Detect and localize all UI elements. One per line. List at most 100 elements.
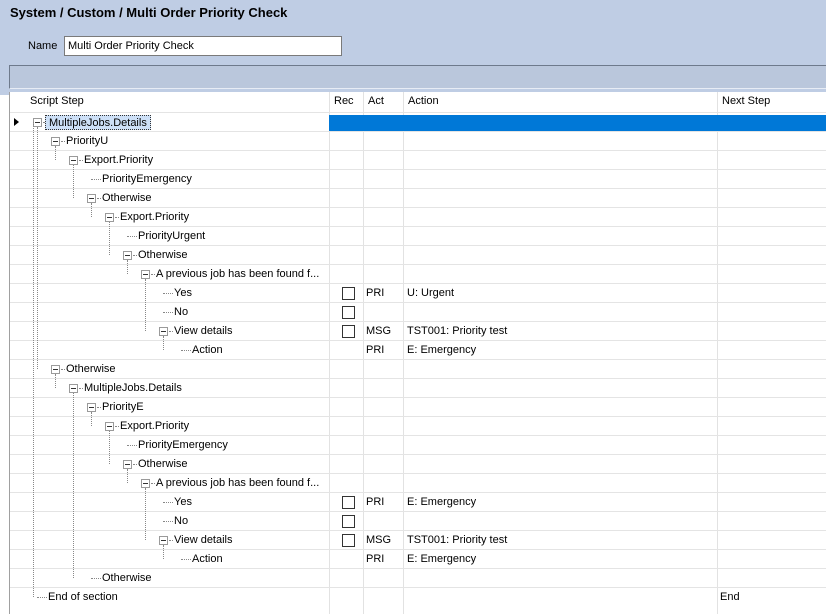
- name-label: Name: [28, 40, 58, 52]
- tree-guide-line: [55, 146, 56, 160]
- rec-checkbox[interactable]: [342, 515, 355, 528]
- script-step-label[interactable]: A previous job has been found f...: [153, 267, 322, 282]
- table-row[interactable]: No: [10, 511, 826, 530]
- collapse-toggle-icon[interactable]: [123, 460, 132, 469]
- rec-checkbox[interactable]: [342, 287, 355, 300]
- script-step-label[interactable]: Otherwise: [99, 571, 155, 586]
- tree-guide-line: [33, 122, 34, 597]
- collapse-toggle-icon[interactable]: [123, 251, 132, 260]
- script-step-label[interactable]: View details: [171, 533, 236, 548]
- script-step-label[interactable]: MultipleJobs.Details: [45, 115, 151, 130]
- script-step-label[interactable]: PriorityU: [63, 134, 111, 149]
- collapse-toggle-icon[interactable]: [105, 213, 114, 222]
- script-step-label[interactable]: Export.Priority: [117, 210, 192, 225]
- script-step-label[interactable]: No: [171, 514, 191, 529]
- table-row[interactable]: View details MSG TST001: Priority test: [10, 321, 826, 340]
- collapse-toggle-icon[interactable]: [87, 403, 96, 412]
- table-row[interactable]: Export.Priority: [10, 207, 826, 226]
- name-input[interactable]: Multi Order Priority Check: [64, 36, 342, 56]
- act-cell: MSG: [366, 325, 392, 337]
- table-row[interactable]: Export.Priority: [10, 416, 826, 435]
- rec-checkbox[interactable]: [342, 306, 355, 319]
- collapse-toggle-icon[interactable]: [141, 270, 150, 279]
- act-cell: PRI: [366, 496, 385, 508]
- column-header-rec[interactable]: Rec: [329, 92, 354, 111]
- script-step-label[interactable]: Yes: [171, 495, 195, 510]
- tree-guide-line: [55, 374, 56, 388]
- table-row[interactable]: Action PRI E: Emergency: [10, 549, 826, 568]
- action-cell: E: Emergency: [407, 344, 477, 356]
- collapse-toggle-icon[interactable]: [51, 365, 60, 374]
- collapse-toggle-icon[interactable]: [159, 536, 168, 545]
- rec-checkbox[interactable]: [342, 496, 355, 509]
- tree-guide-line: [73, 165, 74, 198]
- tree-guide-line: [109, 431, 110, 464]
- column-header-act[interactable]: Act: [363, 92, 384, 111]
- column-header-action[interactable]: Action: [403, 92, 439, 111]
- table-row[interactable]: PriorityEmergency: [10, 435, 826, 454]
- table-row[interactable]: PriorityU: [10, 131, 826, 150]
- script-step-label[interactable]: Otherwise: [135, 457, 191, 472]
- script-step-label[interactable]: End of section: [45, 590, 121, 605]
- collapse-toggle-icon[interactable]: [51, 137, 60, 146]
- column-header-next-step[interactable]: Next Step: [717, 92, 770, 111]
- collapse-toggle-icon[interactable]: [69, 156, 78, 165]
- table-row[interactable]: Yes PRI E: Emergency: [10, 492, 826, 511]
- table-row[interactable]: End of section End: [10, 587, 826, 606]
- script-step-label[interactable]: PriorityEmergency: [99, 172, 195, 187]
- act-cell: MSG: [366, 534, 392, 546]
- script-step-label[interactable]: A previous job has been found f...: [153, 476, 322, 491]
- script-step-label[interactable]: Export.Priority: [117, 419, 192, 434]
- script-step-label[interactable]: View details: [171, 324, 236, 339]
- table-row[interactable]: Otherwise: [10, 568, 826, 587]
- collapse-toggle-icon[interactable]: [33, 118, 42, 127]
- rec-checkbox[interactable]: [342, 534, 355, 547]
- script-step-label[interactable]: Export.Priority: [81, 153, 156, 168]
- collapse-toggle-icon[interactable]: [69, 384, 78, 393]
- table-row[interactable]: Otherwise: [10, 245, 826, 264]
- next-step-cell: End: [720, 591, 740, 603]
- table-row[interactable]: A previous job has been found f...: [10, 264, 826, 283]
- rec-checkbox[interactable]: [342, 325, 355, 338]
- table-row[interactable]: MultipleJobs.Details: [10, 112, 826, 131]
- table-row[interactable]: Otherwise: [10, 454, 826, 473]
- table-row[interactable]: Otherwise: [10, 359, 826, 378]
- script-step-label[interactable]: Yes: [171, 286, 195, 301]
- collapse-toggle-icon[interactable]: [105, 422, 114, 431]
- row-selection-highlight: [329, 115, 826, 131]
- collapse-toggle-icon[interactable]: [87, 194, 96, 203]
- table-row[interactable]: Export.Priority: [10, 150, 826, 169]
- table-row[interactable]: Action PRI E: Emergency: [10, 340, 826, 359]
- act-cell: PRI: [366, 553, 385, 565]
- tree-guide-line: [37, 127, 38, 369]
- script-step-label[interactable]: PriorityUrgent: [135, 229, 208, 244]
- table-row[interactable]: MultipleJobs.Details: [10, 378, 826, 397]
- table-row[interactable]: No: [10, 302, 826, 321]
- table-row[interactable]: A previous job has been found f...: [10, 473, 826, 492]
- script-step-label[interactable]: Action: [189, 552, 226, 567]
- table-row[interactable]: Otherwise: [10, 188, 826, 207]
- action-cell: U: Urgent: [407, 287, 455, 299]
- collapse-toggle-icon[interactable]: [159, 327, 168, 336]
- tree-guide-line: [145, 279, 146, 331]
- table-row[interactable]: Yes PRI U: Urgent: [10, 283, 826, 302]
- script-step-label[interactable]: Otherwise: [135, 248, 191, 263]
- script-step-label[interactable]: Action: [189, 343, 226, 358]
- script-step-label[interactable]: Otherwise: [63, 362, 119, 377]
- script-step-label[interactable]: No: [171, 305, 191, 320]
- tree-guide-line: [163, 336, 164, 350]
- column-header-script-step[interactable]: Script Step: [25, 92, 84, 111]
- script-step-label[interactable]: Otherwise: [99, 191, 155, 206]
- table-row[interactable]: PriorityEmergency: [10, 169, 826, 188]
- script-step-label[interactable]: MultipleJobs.Details: [81, 381, 185, 396]
- script-step-label[interactable]: PriorityE: [99, 400, 147, 415]
- script-step-label[interactable]: PriorityEmergency: [135, 438, 231, 453]
- collapse-toggle-icon[interactable]: [141, 479, 150, 488]
- tree-guide-line: [127, 260, 128, 274]
- table-row[interactable]: PriorityUrgent: [10, 226, 826, 245]
- page-title: System / Custom / Multi Order Priority C…: [10, 5, 288, 20]
- action-cell: E: Emergency: [407, 496, 477, 508]
- table-row[interactable]: View details MSG TST001: Priority test: [10, 530, 826, 549]
- window-header: System / Custom / Multi Order Priority C…: [0, 0, 826, 95]
- table-row[interactable]: PriorityE: [10, 397, 826, 416]
